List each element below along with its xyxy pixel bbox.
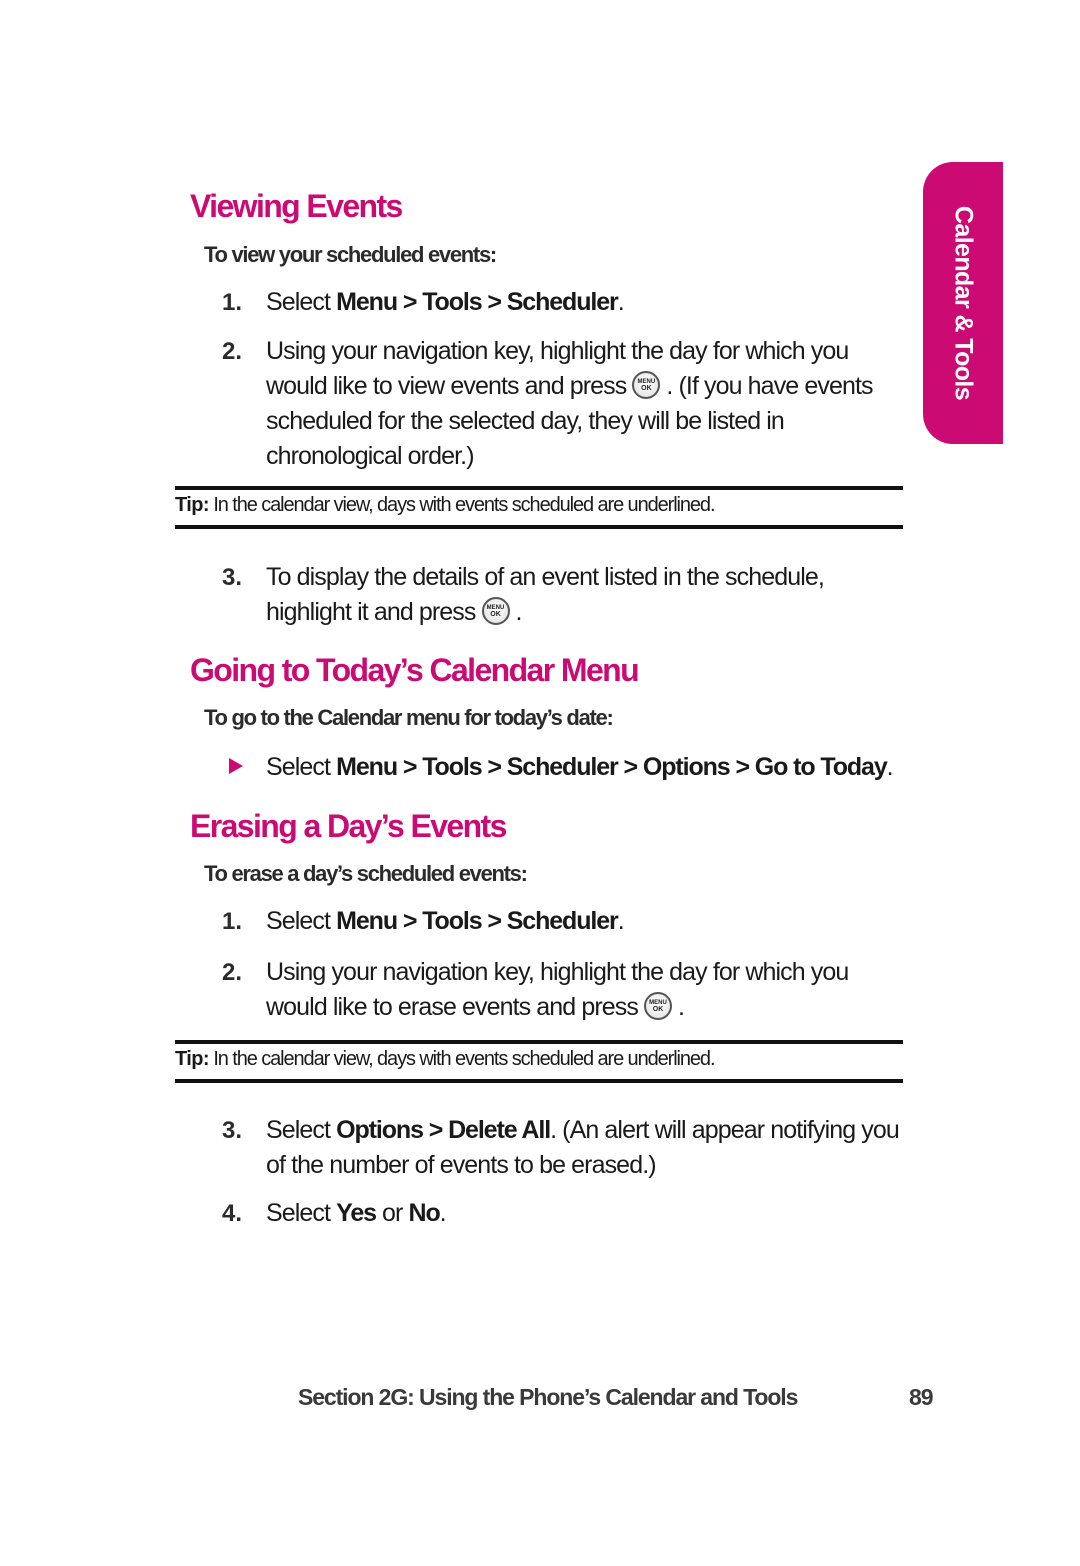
step-pre: To display the details of an event liste…	[266, 563, 825, 626]
tip-rule-top	[175, 1040, 903, 1044]
step-number: 1.	[222, 908, 243, 935]
tip-box: Tip: In the calendar view, days with eve…	[175, 1048, 716, 1071]
section-side-tab: Calendar & Tools	[923, 162, 1003, 444]
menu-ok-bottom-label: OK	[490, 611, 501, 618]
intro-going-to-today: To go to the Calendar menu for today’s d…	[204, 705, 614, 730]
option-no: No	[408, 1199, 440, 1227]
step-text: Using your navigation key, highlight the…	[266, 955, 906, 1025]
step-post: .	[439, 1199, 447, 1227]
step-post: .	[515, 598, 523, 626]
side-tab-label: Calendar & Tools	[949, 205, 978, 401]
step-post: .	[617, 288, 625, 316]
step-number: 2.	[222, 338, 243, 365]
step-pre: Using your navigation key, highlight the…	[266, 958, 849, 1021]
menu-path: Menu > Tools > Scheduler	[336, 907, 619, 935]
heading-going-to-today: Going to Today’s Calendar Menu	[190, 652, 640, 688]
step-pre: Select	[266, 753, 337, 781]
page-number: 89	[909, 1384, 934, 1410]
tip-rule-bottom	[175, 525, 903, 529]
step-text: Select Yes or No.	[266, 1196, 906, 1231]
step-post: .	[617, 907, 625, 935]
tip-text: In the calendar view, days with events s…	[208, 494, 715, 516]
step-text: Select Options > Delete All. (An alert w…	[266, 1113, 906, 1183]
heading-erasing-events: Erasing a Day’s Events	[190, 808, 507, 844]
step-pre: Select	[266, 907, 337, 935]
option-yes: Yes	[336, 1199, 377, 1227]
step-text: Using your navigation key, highlight the…	[266, 334, 906, 474]
step-or: or	[375, 1199, 409, 1227]
footer-section-title: Section 2G: Using the Phone’s Calendar a…	[298, 1384, 798, 1410]
menu-ok-key-icon: MENU OK	[481, 597, 510, 625]
intro-erasing-events: To erase a day’s scheduled events:	[204, 861, 528, 886]
menu-path: Menu > Tools > Scheduler	[336, 288, 619, 316]
step-number: 1.	[222, 289, 243, 316]
tip-label: Tip:	[175, 1048, 209, 1070]
menu-path: Menu > Tools > Scheduler > Options > Go …	[336, 753, 888, 781]
tip-label: Tip:	[175, 494, 209, 516]
step-pre: Select	[266, 288, 337, 316]
tip-box: Tip: In the calendar view, days with eve…	[175, 494, 716, 517]
menu-path: Options > Delete All	[336, 1116, 551, 1144]
step-number: 4.	[222, 1200, 243, 1227]
step-post: .	[678, 993, 685, 1021]
menu-ok-bottom-label: OK	[652, 1006, 664, 1013]
step-number: 3.	[222, 1117, 243, 1144]
step-text: Select Menu > Tools > Scheduler.	[266, 904, 906, 939]
tip-text: In the calendar view, days with events s…	[208, 1048, 715, 1070]
today-step: Select Menu > Tools > Scheduler > Option…	[266, 750, 906, 785]
step-post: .	[886, 753, 894, 781]
tip-rule-top	[175, 486, 903, 490]
menu-ok-bottom-label: OK	[641, 385, 652, 392]
triangle-bullet-icon	[229, 758, 243, 774]
tip-rule-bottom	[175, 1079, 903, 1083]
step-text: To display the details of an event liste…	[266, 560, 906, 630]
heading-viewing-events: Viewing Events	[190, 188, 403, 224]
intro-viewing-events: To view your scheduled events:	[204, 242, 497, 267]
step-text: Select Menu > Tools > Scheduler.	[266, 285, 906, 320]
menu-ok-key-icon: MENU OK	[644, 992, 672, 1020]
step-number: 2.	[222, 959, 243, 986]
step-pre: Select	[266, 1116, 337, 1144]
menu-ok-key-icon: MENU OK	[632, 371, 661, 399]
step-pre: Select	[266, 1199, 337, 1227]
step-number: 3.	[222, 564, 243, 591]
